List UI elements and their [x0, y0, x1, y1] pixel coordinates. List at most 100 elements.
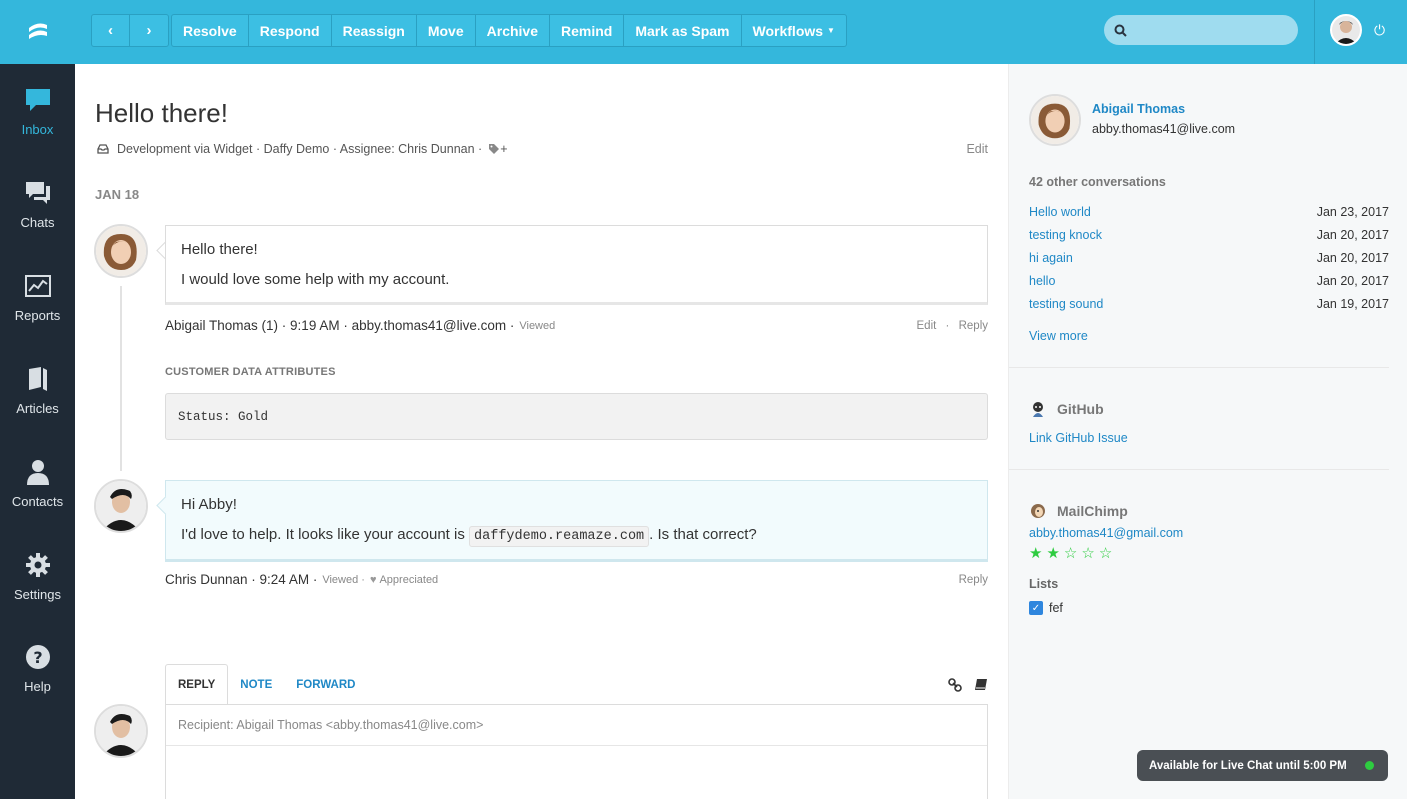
recipient-line: Recipient: Abigail Thomas <abby.thomas41…: [166, 705, 987, 746]
sidebar-item-contacts[interactable]: Contacts: [0, 436, 75, 516]
sidebar-item-label: Chats: [20, 215, 55, 230]
live-chat-label: Available for Live Chat until 5:00 PM: [1149, 759, 1347, 772]
link-github-issue[interactable]: Link GitHub Issue: [1029, 431, 1128, 445]
online-indicator: [1365, 761, 1374, 770]
list-checkbox[interactable]: ✓: [1029, 601, 1043, 615]
user-avatar[interactable]: [1330, 14, 1362, 46]
caret-down-icon: ▼: [827, 26, 835, 35]
reassign-button[interactable]: Reassign: [332, 15, 417, 46]
mailchimp-email-link[interactable]: abby.thomas41@gmail.com: [1029, 526, 1183, 540]
sidebar-item-chats[interactable]: Chats: [0, 157, 75, 237]
appreciated-label: Appreciated: [379, 573, 439, 586]
member-rating: ★ ★ ☆ ☆ ☆: [1029, 544, 1112, 562]
message-text: I'd love to help. It looks like your acc…: [181, 526, 465, 543]
agent-avatar-image: [96, 706, 146, 756]
reports-icon: [24, 272, 52, 300]
toolbar: ‹ › Resolve Respond Reassign Move Archiv…: [91, 14, 849, 47]
mailchimp-title: MailChimp: [1057, 503, 1128, 519]
other-conversations-count: 42 other conversations: [1029, 175, 1166, 189]
chats-icon: [24, 179, 52, 207]
divider: [1009, 367, 1389, 368]
respond-button[interactable]: Respond: [249, 15, 332, 46]
add-tag-button[interactable]: +: [500, 142, 507, 156]
customer-message: Hello there! I would love some help with…: [165, 225, 988, 305]
customer-name-link[interactable]: Abigail Thomas: [1092, 102, 1185, 116]
tray-icon: [97, 144, 109, 154]
agent-message: Hi Abby! I'd love to help. It looks like…: [165, 480, 988, 562]
github-section-title: GitHub: [1029, 400, 1104, 418]
resolve-button[interactable]: Resolve: [172, 15, 249, 46]
workflows-dropdown[interactable]: Workflows ▼: [742, 15, 846, 46]
tab-reply[interactable]: REPLY: [165, 664, 229, 705]
link-icon[interactable]: [948, 678, 962, 692]
search-icon: [1114, 24, 1127, 37]
conversation-link[interactable]: Hello world: [1029, 205, 1091, 228]
inline-code: daffydemo.reamaze.com: [469, 526, 650, 547]
reply-message-button[interactable]: Reply: [959, 320, 988, 332]
message-author-info: Abigail Thomas (1) · 9:19 AM · abby.thom…: [165, 318, 515, 333]
message-status: Viewed: [519, 319, 556, 332]
divider: [1009, 469, 1389, 470]
other-conversations-list: Hello world Jan 23, 2017 testing knock J…: [1029, 205, 1389, 320]
conversation-meta: Development via Widget · Daffy Demo · As…: [97, 142, 508, 156]
sidebar-item-help[interactable]: ? Help: [0, 621, 75, 701]
sidebar-item-articles[interactable]: Articles: [0, 343, 75, 423]
remind-button[interactable]: Remind: [550, 15, 625, 46]
tab-forward[interactable]: FORWARD: [284, 664, 367, 705]
top-bar: ‹ › Resolve Respond Reassign Move Archiv…: [0, 0, 1407, 64]
message-footer: Abigail Thomas (1) · 9:19 AM · abby.thom…: [165, 318, 988, 333]
edit-conversation-button[interactable]: Edit: [966, 142, 988, 156]
view-more-link[interactable]: View more: [1029, 329, 1088, 343]
search-input[interactable]: [1133, 22, 1293, 38]
move-button[interactable]: Move: [417, 15, 476, 46]
conversation-meta-text: Development via Widget · Daffy Demo · As…: [117, 142, 483, 156]
composer-tools: [948, 678, 988, 692]
sidebar-nav: Inbox Chats Reports Articles Contacts Se…: [0, 64, 75, 799]
list-name: fef: [1049, 601, 1063, 615]
reply-message-button[interactable]: Reply: [959, 574, 988, 586]
previous-button[interactable]: ‹: [92, 15, 130, 46]
star-empty-icon: ☆: [1098, 545, 1113, 562]
message-line: I would love some help with my account.: [181, 271, 450, 288]
customer-avatar-image: [1031, 96, 1079, 144]
settings-icon: [24, 551, 52, 579]
edit-message-button[interactable]: Edit: [917, 320, 937, 332]
articles-icon: [24, 365, 52, 393]
conversation-link[interactable]: hello: [1029, 274, 1055, 297]
list-item: hello Jan 20, 2017: [1029, 274, 1389, 297]
mark-as-spam-button[interactable]: Mark as Spam: [624, 15, 742, 46]
customer-avatar: [94, 224, 148, 278]
sidebar-item-reports[interactable]: Reports: [0, 250, 75, 330]
contacts-icon: [24, 458, 52, 486]
conversation-date: Jan 19, 2017: [1316, 297, 1389, 311]
sidebar-item-settings[interactable]: Settings: [0, 529, 75, 609]
live-chat-status[interactable]: Available for Live Chat until 5:00 PM: [1137, 750, 1388, 781]
tab-note[interactable]: NOTE: [228, 664, 284, 705]
book-icon[interactable]: [974, 678, 988, 692]
svg-text:?: ?: [33, 648, 42, 667]
composer-avatar: [94, 704, 148, 758]
tag-icon[interactable]: [488, 143, 500, 155]
message-author-info: Chris Dunnan · 9:24 AM ·: [165, 572, 318, 587]
star-empty-icon: ☆: [1063, 545, 1078, 562]
archive-button[interactable]: Archive: [476, 15, 550, 46]
inbox-icon: [24, 86, 52, 114]
conversation-link[interactable]: testing knock: [1029, 228, 1102, 251]
list-item: Hello world Jan 23, 2017: [1029, 205, 1389, 228]
sidebar-item-label: Inbox: [21, 122, 54, 137]
conversation-link[interactable]: hi again: [1029, 251, 1073, 274]
app-logo[interactable]: [0, 0, 75, 64]
help-icon: ?: [24, 643, 52, 671]
power-icon[interactable]: ⏻: [1374, 22, 1385, 39]
conversation-date: Jan 23, 2017: [1316, 205, 1389, 219]
next-button[interactable]: ›: [130, 15, 168, 46]
sidebar-item-label: Contacts: [11, 494, 64, 509]
composer-body[interactable]: Recipient: Abigail Thomas <abby.thomas41…: [165, 704, 988, 799]
sidebar-item-label: Settings: [14, 587, 61, 602]
github-title: GitHub: [1057, 401, 1104, 417]
message-footer: Chris Dunnan · 9:24 AM · Viewed · ♥ Appr…: [165, 572, 988, 587]
sidebar-item-inbox[interactable]: Inbox: [0, 64, 75, 144]
message-status: Viewed ·: [322, 573, 365, 586]
sidebar-item-label: Help: [24, 679, 51, 694]
conversation-link[interactable]: testing sound: [1029, 297, 1103, 320]
